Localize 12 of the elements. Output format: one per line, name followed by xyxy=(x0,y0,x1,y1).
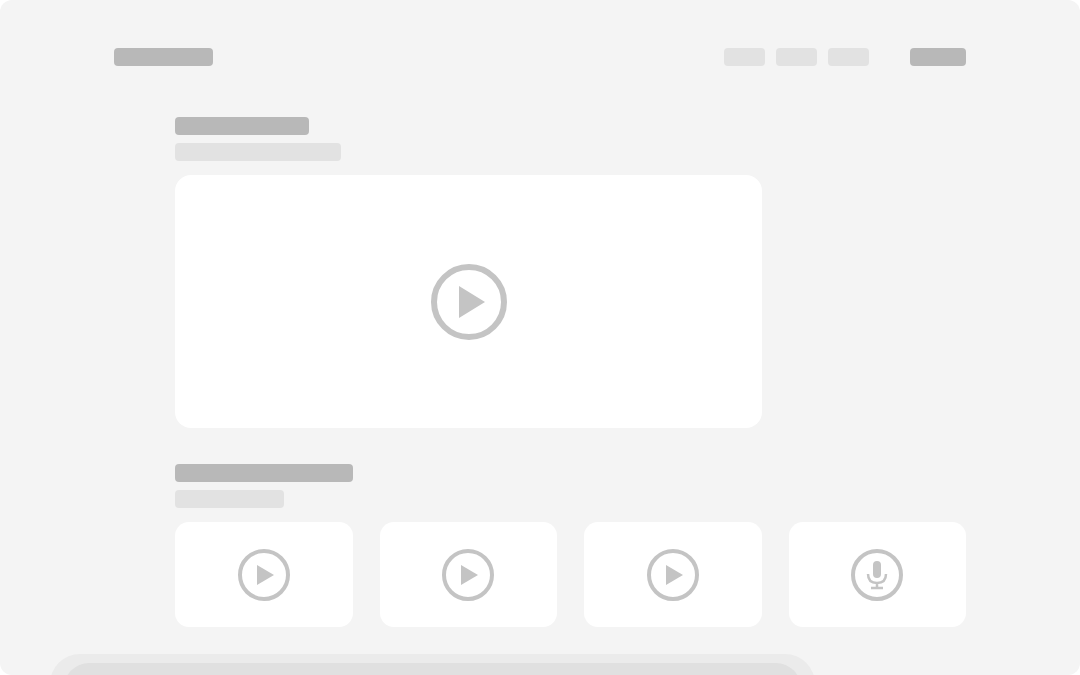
video-card[interactable] xyxy=(175,522,353,627)
video-card[interactable] xyxy=(175,175,762,428)
action-button-placeholder[interactable] xyxy=(910,48,966,66)
video-card[interactable] xyxy=(584,522,762,627)
logo-placeholder[interactable] xyxy=(114,48,213,66)
play-icon[interactable] xyxy=(236,547,291,602)
video-card[interactable] xyxy=(379,522,557,627)
play-icon[interactable] xyxy=(441,547,496,602)
microphone-icon[interactable] xyxy=(850,547,905,602)
audio-card[interactable] xyxy=(788,522,966,627)
play-icon[interactable] xyxy=(645,547,700,602)
play-icon[interactable] xyxy=(428,261,509,342)
